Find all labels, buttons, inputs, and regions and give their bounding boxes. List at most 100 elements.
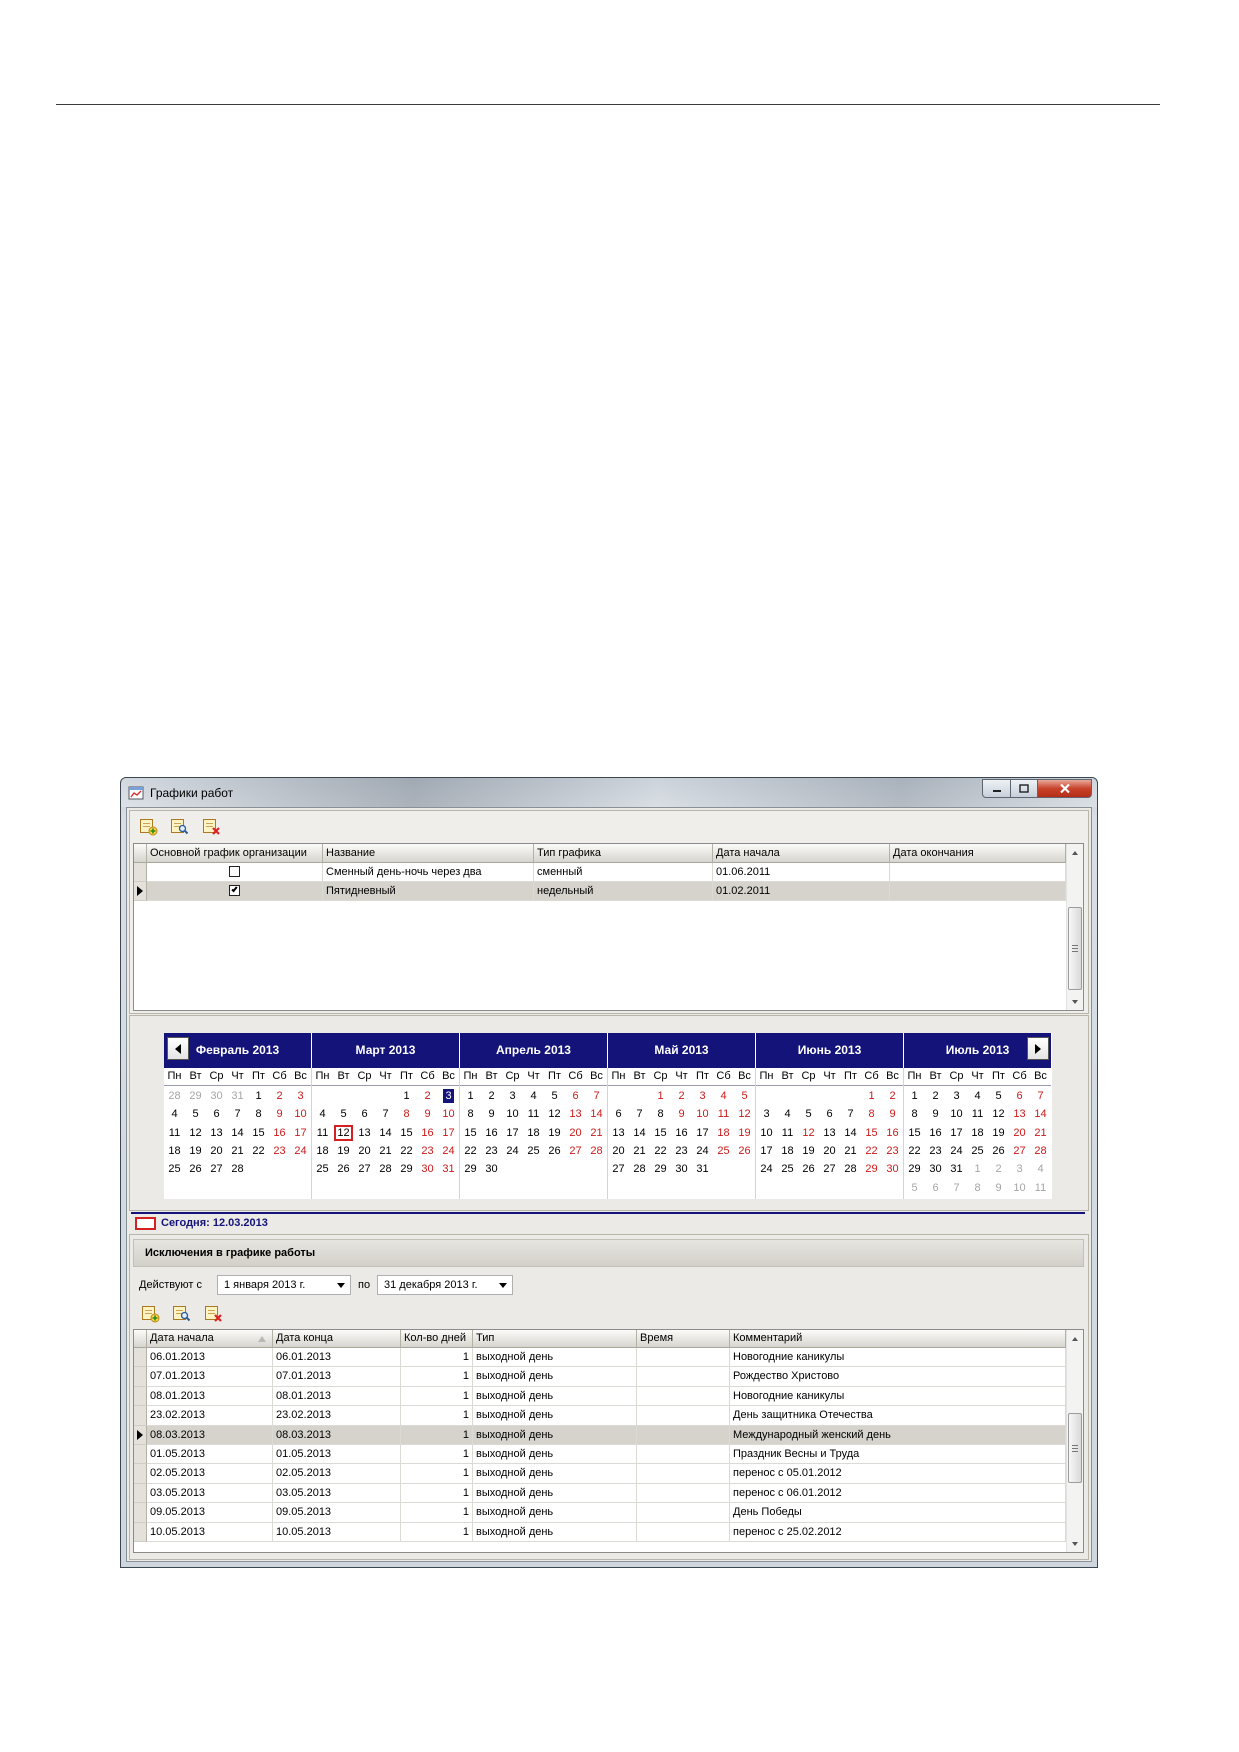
calendar-day[interactable]: 23: [882, 1142, 903, 1160]
calendar-day[interactable]: 24: [438, 1142, 459, 1160]
filter-from-date[interactable]: 1 января 2013 г.: [217, 1275, 351, 1295]
cell-type[interactable]: выходной день: [473, 1503, 637, 1523]
calendar-day[interactable]: 5: [734, 1087, 755, 1105]
row-indicator[interactable]: [134, 1445, 147, 1465]
calendar-day[interactable]: 20: [565, 1124, 586, 1142]
main-schedule-checkbox[interactable]: [229, 884, 240, 896]
cell-start[interactable]: 07.01.2013: [147, 1367, 273, 1387]
row-indicator[interactable]: [134, 1503, 147, 1523]
cell-time[interactable]: [637, 1483, 730, 1504]
calendar-day[interactable]: 8: [650, 1105, 671, 1123]
calendar-day[interactable]: 7: [375, 1105, 396, 1123]
calendar-day[interactable]: [269, 1160, 290, 1178]
cell-end[interactable]: 09.05.2013: [273, 1503, 401, 1523]
calendar-day[interactable]: 29: [460, 1160, 481, 1178]
schedules-scrollbar[interactable]: [1066, 844, 1083, 1010]
delete-record-icon[interactable]: [201, 816, 221, 836]
calendar-day[interactable]: 7: [946, 1179, 967, 1197]
calendar-day[interactable]: 20: [354, 1142, 375, 1160]
cell-end[interactable]: 10.05.2013: [273, 1522, 401, 1542]
calendar-day[interactable]: 18: [713, 1124, 734, 1142]
calendar-day[interactable]: 19: [798, 1142, 819, 1160]
calendar-day[interactable]: 24: [290, 1142, 311, 1160]
calendar-day[interactable]: 10: [692, 1105, 713, 1123]
cell-time[interactable]: [637, 1348, 730, 1368]
calendar-day[interactable]: 12: [734, 1105, 755, 1123]
cell-name[interactable]: Сменный день-ночь через два: [323, 863, 534, 882]
calendar-day[interactable]: 6: [608, 1105, 629, 1123]
calendar-day[interactable]: [502, 1160, 523, 1178]
calendar-day[interactable]: 30: [671, 1160, 692, 1178]
calendar-day[interactable]: [608, 1087, 629, 1105]
cell-days[interactable]: 1: [401, 1425, 473, 1445]
add-record-icon[interactable]: [138, 816, 158, 836]
calendar-day[interactable]: 9: [417, 1105, 438, 1123]
calendar-day[interactable]: 28: [840, 1160, 861, 1178]
cell-start[interactable]: 06.01.2013: [147, 1348, 273, 1368]
calendar-day[interactable]: 25: [777, 1160, 798, 1178]
calendar-day[interactable]: 29: [396, 1160, 417, 1178]
calendar-day[interactable]: 2: [882, 1087, 903, 1105]
calendar-day[interactable]: 13: [206, 1124, 227, 1142]
calendar-day[interactable]: 30: [417, 1160, 438, 1178]
calendar-day[interactable]: 18: [164, 1142, 185, 1160]
calendar-day[interactable]: 27: [608, 1160, 629, 1178]
cell-days[interactable]: 1: [401, 1483, 473, 1504]
cell-type[interactable]: выходной день: [473, 1522, 637, 1542]
calendar-day[interactable]: 28: [586, 1142, 607, 1160]
calendar-day[interactable]: 2: [481, 1087, 502, 1105]
cell-comment[interactable]: День защитника Отечества: [730, 1406, 1066, 1426]
calendar-day[interactable]: 2: [925, 1087, 946, 1105]
calendar-day[interactable]: 13: [565, 1105, 586, 1123]
add-record-icon[interactable]: [140, 1303, 160, 1323]
calendar-day[interactable]: 29: [861, 1160, 882, 1178]
calendar-day[interactable]: 22: [904, 1142, 925, 1160]
row-indicator[interactable]: [134, 1386, 147, 1407]
calendar-day[interactable]: [333, 1087, 354, 1105]
calendar-day[interactable]: [544, 1160, 565, 1178]
calendar-day[interactable]: 17: [756, 1142, 777, 1160]
title-bar[interactable]: Графики работ: [121, 778, 1097, 807]
calendar-day[interactable]: 5: [333, 1105, 354, 1123]
main-schedule-checkbox[interactable]: [229, 865, 240, 877]
calendar-day[interactable]: 19: [988, 1124, 1009, 1142]
calendar-day[interactable]: [756, 1087, 777, 1105]
calendar-day[interactable]: 23: [417, 1142, 438, 1160]
cell-time[interactable]: [637, 1464, 730, 1484]
calendar-day[interactable]: 20: [819, 1142, 840, 1160]
cell-start[interactable]: 01.06.2011: [713, 863, 890, 882]
calendar-day[interactable]: 8: [861, 1105, 882, 1123]
cell-days[interactable]: 1: [401, 1386, 473, 1407]
calendar-day[interactable]: 19: [544, 1124, 565, 1142]
calendar-day[interactable]: 19: [185, 1142, 206, 1160]
calendar-day[interactable]: 31: [946, 1160, 967, 1178]
calendar-day[interactable]: 9: [925, 1105, 946, 1123]
calendar-day[interactable]: 18: [777, 1142, 798, 1160]
calendar-day[interactable]: [290, 1160, 311, 1178]
calendar-day[interactable]: 14: [840, 1124, 861, 1142]
calendar-day[interactable]: 14: [586, 1105, 607, 1123]
maximize-button[interactable]: [1010, 779, 1038, 798]
calendar-day[interactable]: 25: [523, 1142, 544, 1160]
calendar-day[interactable]: 17: [692, 1124, 713, 1142]
row-indicator[interactable]: [134, 1348, 147, 1368]
cell-main[interactable]: [147, 882, 323, 901]
calendar-day[interactable]: 7: [586, 1087, 607, 1105]
calendar-day[interactable]: 17: [946, 1124, 967, 1142]
cell-days[interactable]: 1: [401, 1464, 473, 1484]
cell-type[interactable]: сменный: [534, 863, 713, 882]
calendar-day[interactable]: 28: [164, 1087, 185, 1105]
cell-main[interactable]: [147, 863, 323, 882]
calendar-day[interactable]: 30: [206, 1087, 227, 1105]
cell-comment[interactable]: Новогодние каникулы: [730, 1348, 1066, 1368]
cell-start[interactable]: 02.05.2013: [147, 1464, 273, 1484]
calendar-day[interactable]: 22: [248, 1142, 269, 1160]
calendar-day[interactable]: 5: [185, 1105, 206, 1123]
calendar-day[interactable]: 6: [819, 1105, 840, 1123]
column-header-time[interactable]: Время: [637, 1330, 730, 1348]
calendar-day[interactable]: 28: [629, 1160, 650, 1178]
calendar-day[interactable]: 12: [798, 1124, 819, 1142]
calendar-day[interactable]: 27: [819, 1160, 840, 1178]
calendar-day[interactable]: 22: [861, 1142, 882, 1160]
cell-end[interactable]: [890, 863, 1066, 882]
